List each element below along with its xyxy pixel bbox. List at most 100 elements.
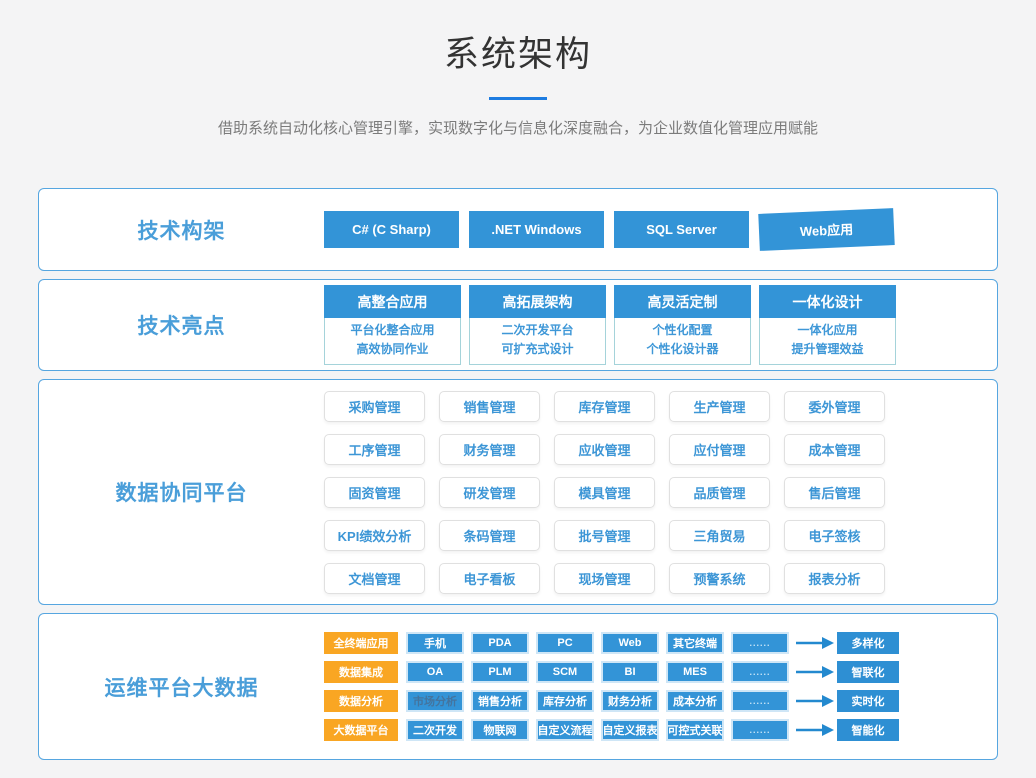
highlight-card-body: 个性化配置 个性化设计器 [614, 318, 751, 365]
section-tech-highlights: 技术亮点 高整合应用 平台化整合应用 高效协同作业 高拓展架构 [38, 279, 998, 371]
ops-row-bigdata: 大数据平台 二次开发物联网自定义流程自定义报表可控式关联...... 智能化 [324, 719, 899, 741]
module-button[interactable]: 研发管理 [439, 477, 540, 508]
ops-item-button[interactable]: ...... [731, 719, 789, 741]
ops-item-button[interactable]: SCM [536, 661, 594, 683]
highlight-card-body: 二次开发平台 可扩充式设计 [469, 318, 606, 365]
page: 系统架构 借助系统自动化核心管理引擎，实现数字化与信息化深度融合，为企业数值化管… [0, 0, 1036, 760]
sections-container: 技术构架 C# (C Sharp) .NET Windows SQL Serve… [38, 188, 998, 760]
highlight-card-line: 个性化设计器 [615, 340, 750, 359]
section-ops-platform: 运维平台大数据 全终端应用 手机 PDA PC Web 其它终端...... 多样化 数… [38, 613, 998, 760]
ops-items: OA PLM SCM BI MES...... [406, 661, 789, 683]
ops-item-button[interactable]: PC [536, 632, 594, 654]
ops-items: 市场分析销售分析库存分析财务分析成本分析...... [406, 690, 789, 712]
ops-item-button[interactable]: 市场分析 [406, 690, 464, 712]
highlight-card-line: 提升管理效益 [760, 340, 895, 359]
arrow-right-icon [795, 636, 835, 650]
ops-item-button[interactable]: OA [406, 661, 464, 683]
highlight-card-title: 高整合应用 [324, 285, 461, 318]
ops-item-button[interactable]: MES [666, 661, 724, 683]
ops-item-button[interactable]: PLM [471, 661, 529, 683]
ops-item-button[interactable]: 库存分析 [536, 690, 594, 712]
ops-category-label: 全终端应用 [324, 632, 398, 654]
module-button[interactable]: 模具管理 [554, 477, 655, 508]
section-data-platform: 数据协同平台 采购管理 销售管理 库存管理 生产管理 委外管理 工序管理 财务管… [38, 379, 998, 605]
highlight-card: 高灵活定制 个性化配置 个性化设计器 [614, 285, 751, 365]
highlight-card-line: 二次开发平台 [470, 321, 605, 340]
module-button[interactable]: 应收管理 [554, 434, 655, 465]
ops-item-button[interactable]: 手机 [406, 632, 464, 654]
module-button[interactable]: 电子签核 [784, 520, 885, 551]
module-button[interactable]: 批号管理 [554, 520, 655, 551]
module-button[interactable]: 三角贸易 [669, 520, 770, 551]
module-button[interactable]: 文档管理 [324, 563, 425, 594]
module-button[interactable]: 条码管理 [439, 520, 540, 551]
highlight-card-line: 可扩充式设计 [470, 340, 605, 359]
ops-result-label: 智联化 [837, 661, 899, 683]
tech-button[interactable]: C# (C Sharp) [324, 211, 459, 248]
ops-item-button[interactable]: ...... [731, 632, 789, 654]
highlight-cards: 高整合应用 平台化整合应用 高效协同作业 高拓展架构 二次开发平台 可扩充式设计 [324, 280, 896, 370]
module-grid: 采购管理 销售管理 库存管理 生产管理 委外管理 工序管理 财务管理 应收管理 … [324, 380, 885, 604]
ops-rows: 全终端应用 手机 PDA PC Web 其它终端...... 多样化 数据集成 OA PL… [324, 614, 899, 759]
module-button[interactable]: 工序管理 [324, 434, 425, 465]
page-title: 系统架构 [0, 26, 1036, 77]
tech-button[interactable]: SQL Server [614, 211, 749, 248]
tech-button[interactable]: Web应用 [758, 208, 894, 251]
ops-category-label: 大数据平台 [324, 719, 398, 741]
ops-row-terminals: 全终端应用 手机 PDA PC Web 其它终端...... 多样化 [324, 632, 899, 654]
ops-result-label: 多样化 [837, 632, 899, 654]
ops-item-button[interactable]: ...... [731, 690, 789, 712]
highlight-card-line: 高效协同作业 [325, 340, 460, 359]
module-button[interactable]: 库存管理 [554, 391, 655, 422]
highlight-card-line: 一体化应用 [760, 321, 895, 340]
highlight-card-body: 平台化整合应用 高效协同作业 [324, 318, 461, 365]
module-button[interactable]: 委外管理 [784, 391, 885, 422]
highlight-card-line: 个性化配置 [615, 321, 750, 340]
tech-button[interactable]: .NET Windows [469, 211, 604, 248]
highlight-card-line: 平台化整合应用 [325, 321, 460, 340]
ops-item-button[interactable]: 自定义流程 [536, 719, 594, 741]
ops-item-button[interactable]: Web [601, 632, 659, 654]
ops-row-integration: 数据集成 OA PLM SCM BI MES...... 智联化 [324, 661, 899, 683]
section-tech-framework: 技术构架 C# (C Sharp) .NET Windows SQL Serve… [38, 188, 998, 271]
ops-item-button[interactable]: 自定义报表 [601, 719, 659, 741]
ops-items: 二次开发物联网自定义流程自定义报表可控式关联...... [406, 719, 789, 741]
module-button[interactable]: 售后管理 [784, 477, 885, 508]
module-button[interactable]: 成本管理 [784, 434, 885, 465]
module-button[interactable]: 生产管理 [669, 391, 770, 422]
ops-items: 手机 PDA PC Web 其它终端...... [406, 632, 789, 654]
ops-category-label: 数据集成 [324, 661, 398, 683]
module-button[interactable]: 销售管理 [439, 391, 540, 422]
module-button[interactable]: 预警系统 [669, 563, 770, 594]
title-underline [489, 97, 547, 100]
module-button[interactable]: 品质管理 [669, 477, 770, 508]
highlight-card-title: 高拓展架构 [469, 285, 606, 318]
ops-item-button[interactable]: BI [601, 661, 659, 683]
module-button[interactable]: KPI绩效分析 [324, 520, 425, 551]
arrow-right-icon [795, 694, 835, 708]
module-button[interactable]: 采购管理 [324, 391, 425, 422]
ops-item-button[interactable]: 成本分析 [666, 690, 724, 712]
ops-item-button[interactable]: 物联网 [471, 719, 529, 741]
section-tech-framework-label: 技术构架 [39, 189, 324, 270]
ops-item-button[interactable]: 其它终端 [666, 632, 724, 654]
ops-category-label: 数据分析 [324, 690, 398, 712]
ops-item-button[interactable]: 二次开发 [406, 719, 464, 741]
section-ops-platform-label: 运维平台大数据 [39, 614, 324, 759]
ops-result-label: 智能化 [837, 719, 899, 741]
module-button[interactable]: 固资管理 [324, 477, 425, 508]
ops-item-button[interactable]: 销售分析 [471, 690, 529, 712]
section-tech-highlights-label: 技术亮点 [39, 280, 324, 370]
ops-item-button[interactable]: ...... [731, 661, 789, 683]
module-button[interactable]: 财务管理 [439, 434, 540, 465]
ops-item-button[interactable]: PDA [471, 632, 529, 654]
ops-item-button[interactable]: 可控式关联 [666, 719, 724, 741]
module-button[interactable]: 电子看板 [439, 563, 540, 594]
tech-buttons: C# (C Sharp) .NET Windows SQL Server Web… [324, 189, 894, 270]
ops-item-button[interactable]: 财务分析 [601, 690, 659, 712]
module-button[interactable]: 应付管理 [669, 434, 770, 465]
highlight-card: 高拓展架构 二次开发平台 可扩充式设计 [469, 285, 606, 365]
ops-row-analysis: 数据分析 市场分析销售分析库存分析财务分析成本分析...... 实时化 [324, 690, 899, 712]
module-button[interactable]: 报表分析 [784, 563, 885, 594]
module-button[interactable]: 现场管理 [554, 563, 655, 594]
